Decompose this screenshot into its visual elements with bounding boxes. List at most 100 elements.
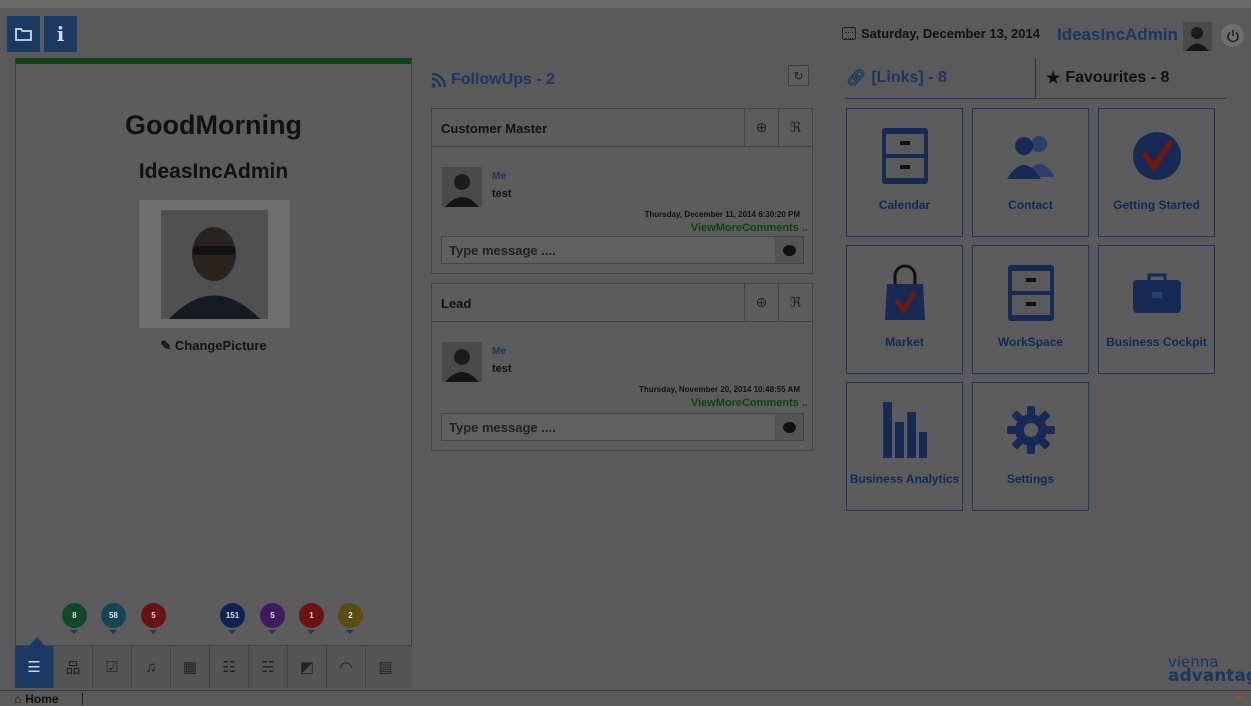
list-tab[interactable]: ☷ bbox=[210, 646, 249, 688]
change-picture-link[interactable]: ✎ ChangePicture bbox=[16, 338, 411, 354]
bell-icon: ♫ bbox=[145, 658, 157, 676]
profile-username: IdeasIncAdmin bbox=[138, 160, 289, 183]
tile-settings[interactable]: Settings bbox=[972, 382, 1089, 511]
refresh-icon: ↻ bbox=[793, 68, 804, 83]
date-text: Saturday, December 13, 2014 bbox=[861, 26, 1040, 41]
gauge-icon: ◠ bbox=[339, 659, 353, 676]
tile-business-cockpit[interactable]: Business Cockpit bbox=[1098, 245, 1215, 374]
view-more-comments-link[interactable]: ViewMoreComments .. bbox=[691, 397, 808, 409]
tile-market[interactable]: Market bbox=[846, 245, 963, 374]
post-message: test bbox=[492, 188, 512, 200]
tile-label: Getting Started bbox=[1113, 198, 1200, 212]
greeting-title: GoodMorning bbox=[125, 110, 302, 140]
gear-icon bbox=[1006, 406, 1055, 454]
notes-tab[interactable]: ◩ bbox=[288, 646, 327, 688]
send-button[interactable] bbox=[775, 414, 803, 440]
rss-icon bbox=[431, 72, 446, 87]
info-button[interactable]: i bbox=[44, 16, 77, 52]
zoom-in-icon: ⊕ bbox=[755, 294, 768, 310]
followup-card-title: Customer Master bbox=[441, 121, 548, 136]
export-list-tab[interactable]: ☵ bbox=[249, 646, 288, 688]
dashboard-tab[interactable]: ◠ bbox=[327, 646, 366, 688]
view-more-comments-link[interactable]: ViewMoreComments .. bbox=[691, 222, 808, 234]
chat-bubble-icon bbox=[782, 421, 796, 433]
vienna-advantage-logo: vienna advantage bbox=[1168, 655, 1251, 689]
post-date: Thursday, November 20, 2014 10:48:55 AM bbox=[639, 385, 800, 394]
tile-label: Business Cockpit bbox=[1106, 335, 1207, 349]
zoom-in-icon: ⊕ bbox=[755, 119, 768, 135]
tab-links[interactable]: 🔗︎ [Links] - 8 bbox=[845, 58, 1036, 99]
unsubscribe-button[interactable]: ℜ bbox=[778, 284, 812, 321]
star-icon: ★ bbox=[1046, 70, 1061, 87]
pencil-icon: ✎ bbox=[160, 338, 172, 353]
tile-label: Calendar bbox=[878, 198, 931, 212]
home-label: Home bbox=[25, 692, 59, 706]
message-input[interactable] bbox=[442, 237, 774, 263]
message-box bbox=[441, 413, 804, 441]
tile-label: Contact bbox=[1008, 198, 1053, 212]
tile-label: Market bbox=[885, 335, 924, 349]
followup-card-title: Lead bbox=[441, 296, 472, 311]
profile-panel: GoodMorning IdeasIncAdmin ✎ ChangePictur… bbox=[15, 58, 412, 646]
post-author[interactable]: Me bbox=[492, 171, 506, 182]
followup-card-header: Customer Master ⊕ ℜ bbox=[432, 109, 812, 147]
post-author[interactable]: Me bbox=[492, 346, 506, 357]
tasks-tab[interactable]: ☑ bbox=[93, 646, 132, 688]
calendar-icon bbox=[842, 27, 856, 40]
clipboard-icon: ☑ bbox=[105, 659, 119, 676]
workspace-cabinet-icon bbox=[1007, 265, 1054, 321]
home-link[interactable]: ⌂ Home bbox=[14, 692, 59, 706]
send-button[interactable] bbox=[775, 237, 803, 263]
profile-photo bbox=[161, 210, 268, 319]
message-input[interactable] bbox=[442, 414, 774, 440]
folder-icon bbox=[15, 28, 32, 41]
badge-6[interactable]: 1 bbox=[299, 603, 324, 634]
zoom-button[interactable]: ⊕ bbox=[744, 284, 778, 321]
folder-button[interactable] bbox=[7, 16, 40, 52]
chevron-down-icon[interactable]: ✔ bbox=[1235, 691, 1245, 705]
power-button[interactable] bbox=[1221, 24, 1244, 47]
tile-label: Business Analytics bbox=[849, 472, 960, 486]
tab-links-label: [Links] - 8 bbox=[871, 69, 947, 86]
badge-5[interactable]: 5 bbox=[260, 603, 285, 634]
header-avatar[interactable] bbox=[1183, 22, 1212, 51]
checkmark-circle-icon bbox=[1132, 132, 1181, 180]
tile-business-analytics[interactable]: Business Analytics bbox=[846, 382, 963, 511]
calendar-tab[interactable]: ▦ bbox=[171, 646, 210, 688]
post-avatar bbox=[442, 342, 482, 382]
followup-card: Lead ⊕ ℜ Me test Thursday, November 20, … bbox=[431, 283, 813, 451]
refresh-button[interactable]: ↻ bbox=[788, 65, 809, 86]
tile-contact[interactable]: Contact bbox=[972, 108, 1089, 237]
list-export-icon: ☵ bbox=[261, 659, 275, 676]
logo-line-2: advantage bbox=[1168, 666, 1251, 686]
followup-card: Customer Master ⊕ ℜ Me test Thursday, De… bbox=[431, 108, 813, 274]
unsubscribe-button[interactable]: ℜ bbox=[778, 109, 812, 146]
post-message: test bbox=[492, 363, 512, 375]
zoom-button[interactable]: ⊕ bbox=[744, 109, 778, 146]
shopping-bag-icon bbox=[884, 264, 925, 320]
tab-favourites[interactable]: ★ Favourites - 8 bbox=[1036, 58, 1226, 99]
badge-7[interactable]: 2 bbox=[338, 603, 363, 634]
org-chart-tab[interactable]: 品 bbox=[54, 646, 93, 688]
id-card-icon: ☰ bbox=[27, 659, 41, 676]
header-username[interactable]: IdeasIncAdmin bbox=[1057, 25, 1178, 45]
power-icon bbox=[1226, 29, 1239, 42]
document-icon: ▤ bbox=[378, 659, 393, 676]
top-bar: i Saturday, December 13, 2014 IdeasIncAd… bbox=[0, 0, 1251, 52]
badge-4[interactable]: 151 bbox=[220, 603, 245, 634]
tile-getting-started[interactable]: Getting Started bbox=[1098, 108, 1215, 237]
badge-1[interactable]: 8 bbox=[62, 603, 87, 634]
alerts-tab[interactable]: ♫ bbox=[132, 646, 171, 688]
followup-card-header: Lead ⊕ ℜ bbox=[432, 284, 812, 322]
tile-calendar[interactable]: Calendar bbox=[846, 108, 963, 237]
badge-2[interactable]: 58 bbox=[101, 603, 126, 634]
tab-favourites-label: Favourites - 8 bbox=[1065, 69, 1170, 86]
rss-off-icon: ℜ bbox=[789, 119, 802, 135]
profile-card-tab[interactable]: ☰ bbox=[15, 637, 54, 688]
current-date: Saturday, December 13, 2014 bbox=[842, 26, 1040, 41]
post-avatar bbox=[442, 167, 482, 207]
document-tab[interactable]: ▤ bbox=[366, 646, 405, 688]
tile-workspace[interactable]: WorkSpace bbox=[972, 245, 1089, 374]
org-chart-icon: 品 bbox=[65, 659, 81, 677]
badge-3[interactable]: 5 bbox=[141, 603, 166, 634]
